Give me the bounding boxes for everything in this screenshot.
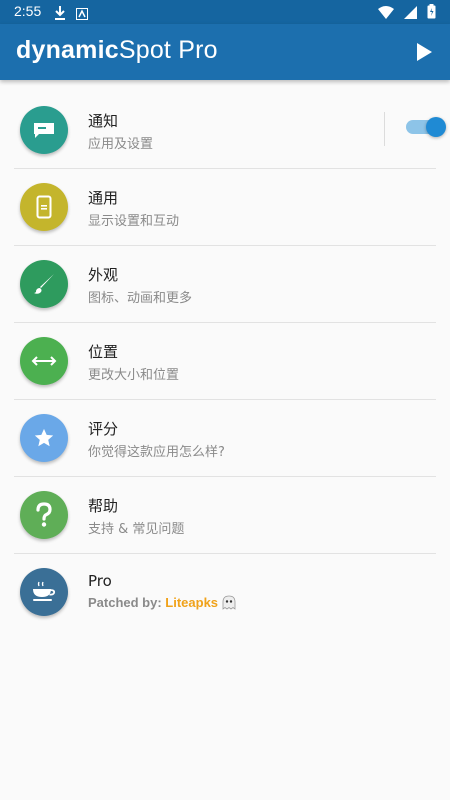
menu-item-subtitle: 应用及设置 bbox=[88, 137, 154, 152]
patched-link[interactable]: Liteapks bbox=[165, 595, 218, 610]
menu-item-title: 通用 bbox=[88, 189, 119, 207]
wifi-icon bbox=[378, 4, 394, 23]
menu-item-general[interactable]: 通用 显示设置和互动 bbox=[0, 169, 450, 246]
status-time: 2:55 bbox=[14, 3, 42, 19]
menu-item-subtitle: 你觉得这款应用怎么样? bbox=[88, 445, 225, 460]
menu-item-title: Pro bbox=[88, 572, 112, 590]
battery-icon bbox=[427, 4, 436, 23]
status-bar: 2:55 bbox=[0, 0, 450, 24]
app-bar: dynamicSpot Pro bbox=[0, 24, 450, 80]
coffee-icon bbox=[20, 568, 68, 616]
menu-list: 通知 应用及设置 通用 显示设置和互动 外观 图标、动画和更多 位置 更改大小和… bbox=[0, 92, 450, 631]
menu-item-help[interactable]: 帮助 支持 & 常见问题 bbox=[0, 477, 450, 554]
notifications-toggle[interactable] bbox=[406, 117, 446, 137]
menu-item-pro[interactable]: Pro Patched by: Liteapks bbox=[0, 554, 450, 631]
menu-item-title: 评分 bbox=[88, 420, 119, 438]
menu-item-subtitle: 支持 & 常见问题 bbox=[88, 522, 185, 537]
app-title-light: Spot Pro bbox=[118, 36, 218, 64]
menu-item-notifications[interactable]: 通知 应用及设置 bbox=[0, 92, 450, 169]
menu-item-rate[interactable]: 评分 你觉得这款应用怎么样? bbox=[0, 400, 450, 477]
app-title: dynamicSpot Pro bbox=[16, 36, 218, 65]
app-notification-icon bbox=[76, 5, 88, 24]
toggle-knob bbox=[426, 117, 446, 137]
phone-icon bbox=[20, 183, 68, 231]
toggle-divider bbox=[384, 112, 385, 146]
patched-label: Patched by: bbox=[88, 595, 166, 610]
star-icon bbox=[20, 414, 68, 462]
play-icon[interactable] bbox=[414, 42, 434, 62]
signal-icon bbox=[404, 4, 417, 23]
brush-icon bbox=[20, 260, 68, 308]
menu-item-title: 外观 bbox=[88, 266, 119, 284]
message-icon bbox=[20, 106, 68, 154]
download-icon bbox=[54, 5, 66, 24]
menu-item-appearance[interactable]: 外观 图标、动画和更多 bbox=[0, 246, 450, 323]
menu-item-title: 通知 bbox=[88, 112, 119, 130]
menu-item-subtitle: 图标、动画和更多 bbox=[88, 291, 193, 306]
menu-item-subtitle: 显示设置和互动 bbox=[88, 214, 180, 229]
app-title-bold: dynamic bbox=[16, 36, 119, 64]
arrows-horizontal-icon bbox=[20, 337, 68, 385]
menu-item-title: 位置 bbox=[88, 343, 119, 361]
ghost-icon bbox=[222, 595, 236, 613]
patched-by-text: Patched by: Liteapks bbox=[88, 595, 236, 613]
help-icon bbox=[20, 491, 68, 539]
menu-item-position[interactable]: 位置 更改大小和位置 bbox=[0, 323, 450, 400]
menu-item-subtitle: 更改大小和位置 bbox=[88, 368, 180, 383]
menu-item-title: 帮助 bbox=[88, 497, 119, 515]
